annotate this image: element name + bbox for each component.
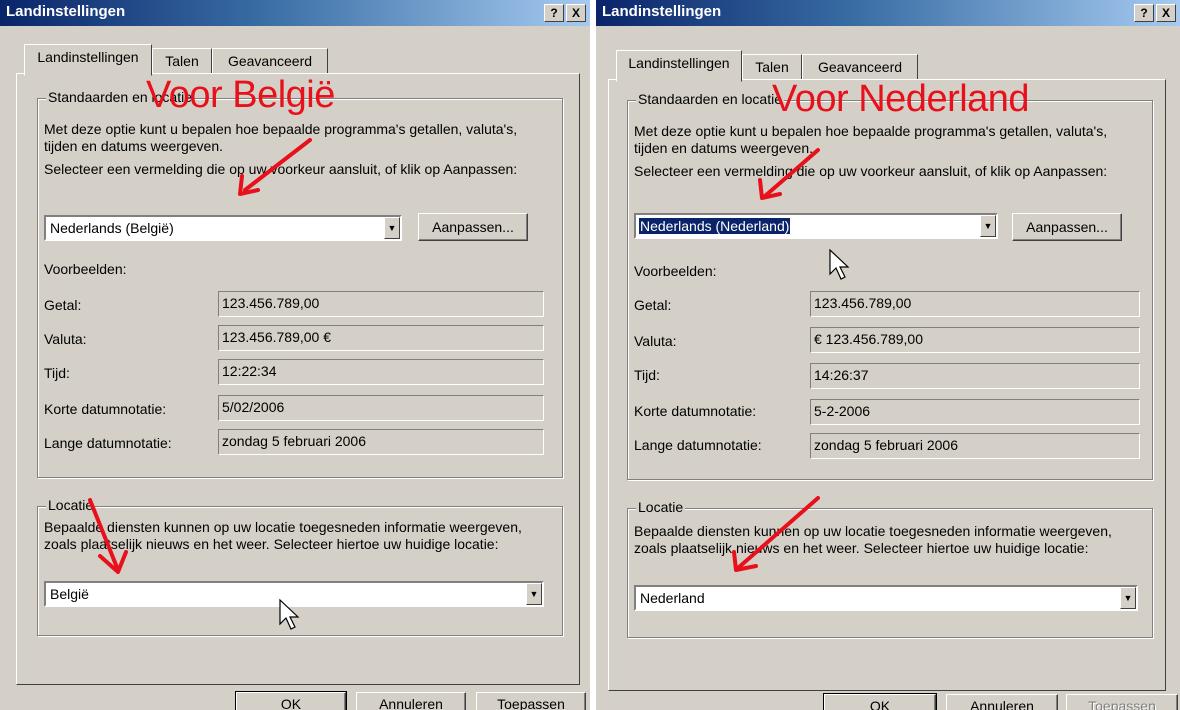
tab-landinstellingen[interactable]: Landinstellingen xyxy=(616,50,742,82)
location-group: Locatie Bepaalde diensten kunnen op uw l… xyxy=(627,499,1153,638)
select-instruction: Selecteer een vermelding die op uw voork… xyxy=(44,161,518,177)
help-button[interactable]: ? xyxy=(1134,4,1154,22)
cancel-button[interactable]: Annuleren xyxy=(946,694,1058,710)
chevron-down-icon[interactable]: ▼ xyxy=(526,583,542,605)
tab-panel: Standaarden en locatie Met deze optie ku… xyxy=(16,73,580,685)
example-value-getal: 123.456.789,00 xyxy=(218,291,544,317)
chevron-down-icon[interactable]: ▼ xyxy=(980,215,996,237)
location-dropdown[interactable]: Nederland ▼ xyxy=(634,585,1138,611)
location-group-legend: Locatie xyxy=(636,499,686,515)
example-value-valuta: € 123.456.789,00 xyxy=(810,327,1140,353)
standards-description: Met deze optie kunt u bepalen hoe bepaal… xyxy=(44,121,518,154)
tab-landinstellingen[interactable]: Landinstellingen xyxy=(24,44,152,76)
tab-panel: Standaarden en locatie Met deze optie ku… xyxy=(608,79,1166,691)
location-dropdown[interactable]: België ▼ xyxy=(44,581,544,607)
example-value-lange-datum: zondag 5 februari 2006 xyxy=(810,433,1140,459)
example-value-valuta: 123.456.789,00 € xyxy=(218,325,544,351)
location-group-legend: Locatie xyxy=(46,497,96,513)
example-value-lange-datum: zondag 5 februari 2006 xyxy=(218,429,544,455)
example-label-lange-datum: Lange datumnotatie: xyxy=(634,437,762,453)
example-label-valuta: Valuta: xyxy=(44,331,87,347)
example-label-lange-datum: Lange datumnotatie: xyxy=(44,435,172,451)
window-title: Landinstellingen xyxy=(6,3,126,20)
window-title: Landinstellingen xyxy=(602,3,722,20)
customize-button[interactable]: Aanpassen... xyxy=(1012,213,1122,241)
title-bar[interactable]: Landinstellingen ? X xyxy=(596,0,1180,26)
location-group: Locatie Bepaalde diensten kunnen op uw l… xyxy=(37,497,563,636)
locale-dropdown[interactable]: Nederlands (België) ▼ xyxy=(44,215,402,241)
example-value-korte-datum: 5/02/2006 xyxy=(218,395,544,421)
location-description: Bepaalde diensten kunnen op uw locatie t… xyxy=(44,519,522,552)
chevron-down-icon[interactable]: ▼ xyxy=(1120,587,1136,609)
dialog-landinstellingen-nederland: Landinstellingen ? X Landinstellingen Ta… xyxy=(596,0,1180,710)
example-label-korte-datum: Korte datumnotatie: xyxy=(634,403,757,419)
example-label-getal: Getal: xyxy=(634,297,672,313)
title-bar[interactable]: Landinstellingen ? X xyxy=(0,0,590,26)
tab-talen[interactable]: Talen xyxy=(152,48,212,76)
example-value-getal: 123.456.789,00 xyxy=(810,291,1140,317)
help-button[interactable]: ? xyxy=(544,4,564,22)
close-button[interactable]: X xyxy=(566,4,586,22)
example-label-tijd: Tijd: xyxy=(44,365,70,381)
example-value-tijd: 12:22:34 xyxy=(218,359,544,385)
apply-button[interactable]: Toepassen xyxy=(1066,694,1178,710)
annotation-voor-nederland: Voor Nederland xyxy=(772,78,1030,120)
chevron-down-icon[interactable]: ▼ xyxy=(384,217,400,239)
locale-dropdown[interactable]: Nederlands (Nederland) ▼ xyxy=(634,213,998,239)
cancel-button[interactable]: Annuleren xyxy=(356,692,466,710)
examples-label: Voorbeelden: xyxy=(634,263,717,279)
locale-dropdown-value: Nederlands (Nederland) xyxy=(637,217,792,235)
standards-group-legend: Standaarden en locatie xyxy=(636,91,784,107)
standards-description: Met deze optie kunt u bepalen hoe bepaal… xyxy=(634,123,1108,156)
customize-button[interactable]: Aanpassen... xyxy=(418,213,528,241)
select-instruction: Selecteer een vermelding die op uw voork… xyxy=(634,163,1108,179)
example-label-korte-datum: Korte datumnotatie: xyxy=(44,401,167,417)
standards-group: Standaarden en locatie Met deze optie ku… xyxy=(37,89,563,478)
example-label-getal: Getal: xyxy=(44,297,82,313)
ok-button[interactable]: OK xyxy=(823,693,937,710)
example-value-korte-datum: 5-2-2006 xyxy=(810,399,1140,425)
example-value-tijd: 14:26:37 xyxy=(810,363,1140,389)
dialog-landinstellingen-belgie: Landinstellingen ? X Landinstellingen Ta… xyxy=(0,0,590,710)
location-description: Bepaalde diensten kunnen op uw locatie t… xyxy=(634,523,1112,556)
location-dropdown-value: Nederland xyxy=(640,590,705,606)
location-dropdown-value: België xyxy=(50,586,89,602)
ok-button[interactable]: OK xyxy=(235,691,347,710)
locale-dropdown-value: Nederlands (België) xyxy=(50,220,174,236)
example-label-tijd: Tijd: xyxy=(634,367,660,383)
annotation-voor-belgie: Voor België xyxy=(146,74,335,116)
tab-geavanceerd[interactable]: Geavanceerd xyxy=(212,48,328,76)
examples-label: Voorbeelden: xyxy=(44,261,127,277)
close-button[interactable]: X xyxy=(1156,4,1176,22)
apply-button[interactable]: Toepassen xyxy=(476,692,586,710)
example-label-valuta: Valuta: xyxy=(634,333,677,349)
standards-group: Standaarden en locatie Met deze optie ku… xyxy=(627,91,1153,480)
